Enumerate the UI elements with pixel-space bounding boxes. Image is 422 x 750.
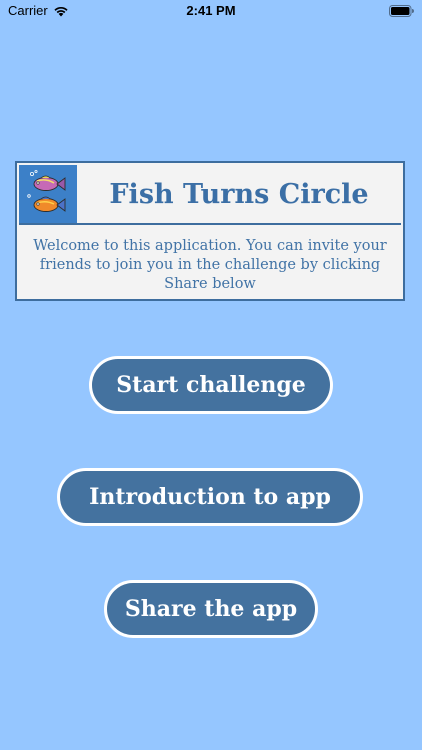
two-fish-icon xyxy=(27,169,66,212)
title-row: Fish Turns Circle xyxy=(19,165,401,225)
status-bar: Carrier 2:41 PM xyxy=(0,0,422,24)
share-app-button[interactable]: Share the app xyxy=(104,580,318,638)
start-challenge-button[interactable]: Start challenge xyxy=(89,356,333,414)
introduction-button[interactable]: Introduction to app xyxy=(57,468,363,526)
app-title: Fish Turns Circle xyxy=(109,178,369,210)
welcome-message: Welcome to this application. You can inv… xyxy=(33,238,387,292)
status-time: 2:41 PM xyxy=(186,3,236,18)
battery-full-icon xyxy=(389,5,414,17)
header-card: Fish Turns Circle Welcome to this applic… xyxy=(15,161,405,301)
app-logo xyxy=(19,165,77,223)
